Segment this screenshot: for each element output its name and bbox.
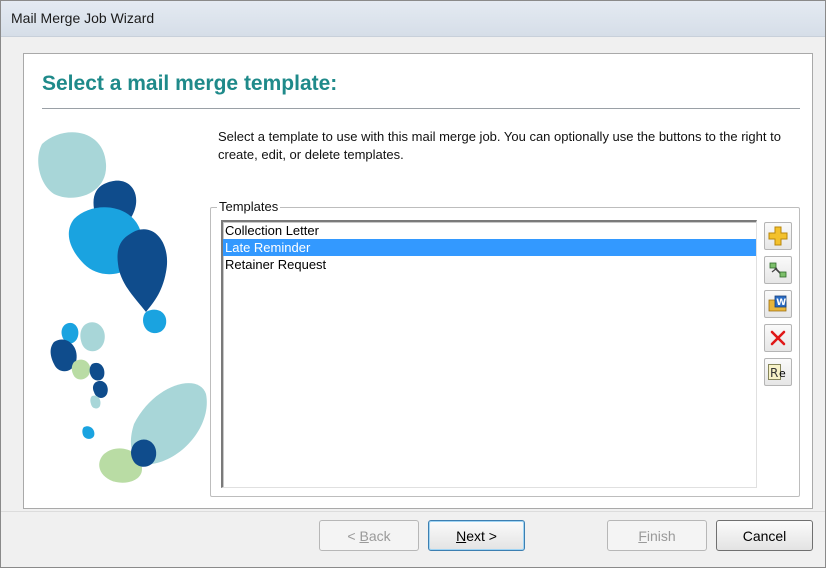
finish-button-accel: F: [638, 527, 647, 544]
cancel-button[interactable]: Cancel: [716, 520, 813, 551]
add-template-button[interactable]: [764, 222, 792, 250]
templates-listbox[interactable]: Collection Letter Late Reminder Retainer R…: [221, 220, 757, 488]
rename-template-button[interactable]: R e: [764, 358, 792, 386]
delete-template-button[interactable]: [764, 324, 792, 352]
wizard-window: Mail Merge Job Wizard Select a mail merg…: [0, 0, 826, 568]
page-heading: Select a mail merge template:: [42, 72, 338, 95]
heading-divider: [42, 108, 800, 109]
cancel-button-label: Cancel: [742, 527, 787, 544]
templates-group-label: Templates: [217, 199, 281, 214]
edit-fields-icon: [769, 262, 787, 278]
template-list-item[interactable]: Collection Letter: [223, 222, 756, 239]
wizard-page: Select a mail merge template: Select a t…: [23, 53, 813, 509]
svg-text:R: R: [770, 366, 778, 380]
window-title: Mail Merge Job Wizard: [11, 10, 155, 26]
next-button-accel: N: [456, 527, 467, 544]
page-description: Select a template to use with this mail …: [218, 129, 781, 162]
rename-icon: R e: [768, 364, 786, 380]
footer-divider: [1, 511, 825, 512]
word-folder-icon: W: [768, 295, 787, 312]
next-button-rest: ext >: [466, 527, 497, 544]
templates-group: Templates Collection Letter Late Reminder…: [210, 199, 800, 497]
template-actions: W R e: [764, 222, 794, 392]
open-word-template-button[interactable]: W: [764, 290, 792, 318]
back-button-prefix: <: [347, 527, 360, 544]
finish-button[interactable]: Finish: [607, 520, 707, 551]
red-x-icon: [770, 330, 786, 346]
svg-text:W: W: [776, 298, 786, 308]
edit-template-button[interactable]: [764, 256, 792, 284]
title-bar[interactable]: Mail Merge Job Wizard: [1, 1, 825, 37]
svg-text:e: e: [779, 367, 786, 380]
back-button-accel: B: [359, 527, 369, 544]
template-list-item[interactable]: Retainer Request: [223, 256, 756, 273]
next-button[interactable]: Next >: [428, 520, 525, 551]
plus-icon: [768, 226, 788, 246]
template-list-item[interactable]: Late Reminder: [223, 239, 756, 256]
back-button-rest: ack: [368, 527, 391, 544]
decorative-artwork: [38, 132, 207, 483]
back-button[interactable]: < Back: [319, 520, 419, 551]
finish-button-rest: inish: [646, 527, 676, 544]
